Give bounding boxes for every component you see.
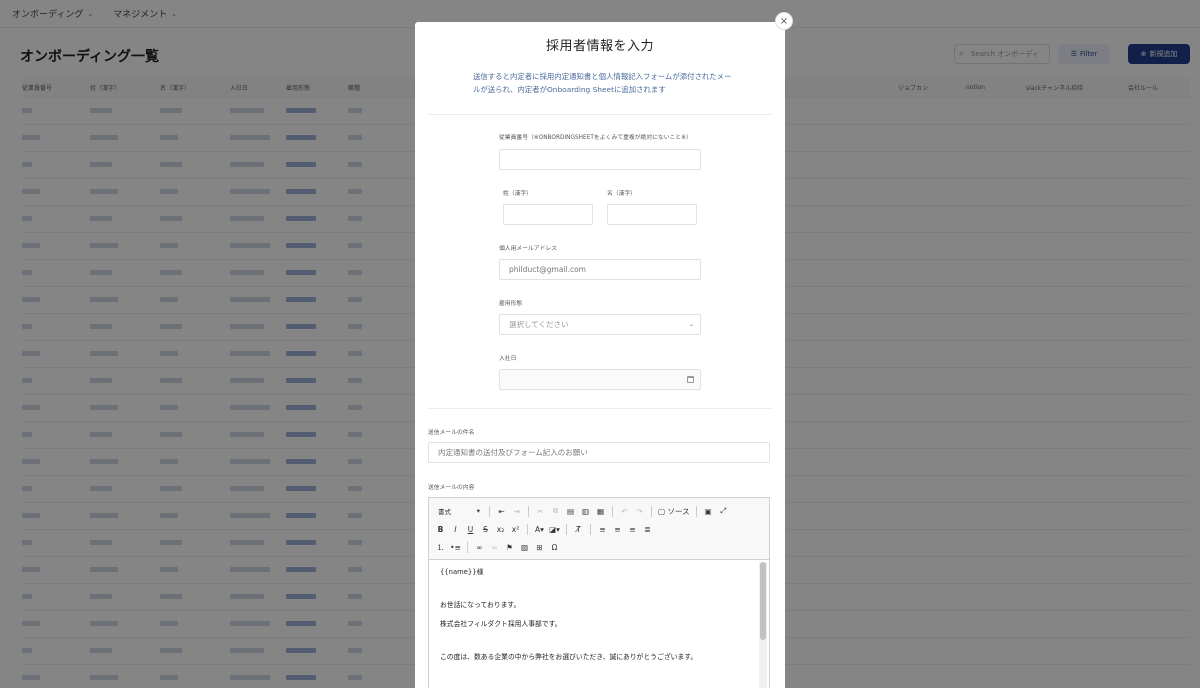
toolbar-separator [528, 505, 529, 517]
caret-down-icon: ▾ [476, 507, 480, 515]
mail-line: {{name}}様 [440, 568, 484, 576]
employment-type-label: 雇用形態 [499, 301, 523, 307]
paste-word-icon[interactable]: ▦ [595, 505, 606, 517]
last-name-label: 姓（漢字） [503, 191, 532, 197]
underline-icon[interactable]: U [465, 523, 476, 535]
cut-icon[interactable]: ✂ [535, 505, 546, 517]
align-right-icon[interactable]: ≡ [627, 523, 638, 535]
hire-info-modal: 採用者情報を入力 送信すると内定者に採用内定通知書と個人情報記入フォームが添付さ… [415, 22, 785, 688]
email-field[interactable]: philduct@gmail.com [499, 259, 701, 280]
superscript-icon[interactable]: x² [510, 523, 521, 535]
source-icon: ▢ [658, 506, 666, 516]
last-name-field[interactable] [503, 204, 593, 225]
paste-icon[interactable]: ▤ [565, 505, 576, 517]
format-label: 書式 [438, 508, 451, 516]
image-icon[interactable]: ▨ [519, 541, 530, 553]
anchor-flag-icon[interactable]: ⚑ [504, 541, 515, 553]
editor-toolbar: 書式 ▾ ⇤ ⇥ ✂ ⧉ ▤ ▥ ▦ ↶ ↷ ▢ ソース ▣ ⤢ B I U S… [429, 498, 769, 560]
copy-icon[interactable]: ⧉ [550, 505, 561, 517]
numbered-list-icon[interactable]: ⒈ [435, 541, 446, 553]
mail-line: 株式会社フィルダクト採用人事部です。 [440, 620, 562, 628]
preview-icon[interactable]: ▣ [703, 505, 714, 517]
undo-icon[interactable]: ↶ [619, 505, 630, 517]
toolbar-separator [651, 505, 652, 517]
align-justify-icon[interactable]: ≣ [642, 523, 653, 535]
strikethrough-icon[interactable]: S [480, 523, 491, 535]
bulleted-list-icon[interactable]: •≡ [450, 541, 461, 553]
bold-icon[interactable]: B [435, 523, 446, 535]
employment-type-value: 選択してください [509, 320, 569, 329]
employment-type-select[interactable]: 選択してください ⌄ [499, 314, 701, 335]
mail-body-label: 送信メールの内容 [428, 485, 475, 491]
editor-scrollbar[interactable] [759, 562, 767, 688]
email-label: 個人用メールアドレス [499, 246, 557, 252]
remove-format-icon[interactable]: T̸ [573, 523, 584, 535]
toolbar-separator [467, 541, 468, 553]
mail-subject-value: 内定通知書の送付及びフォーム記入のお願い [438, 448, 588, 457]
chevron-down-icon: ⌄ [688, 321, 694, 328]
divider [427, 408, 773, 409]
toolbar-separator [527, 523, 528, 535]
calendar-icon[interactable] [687, 376, 694, 383]
link-icon[interactable]: ∞ [474, 541, 485, 553]
maximize-icon[interactable]: ⤢ [718, 505, 729, 517]
text-color-icon[interactable]: A▾ [534, 523, 545, 535]
toolbar-separator [566, 523, 567, 535]
divider [427, 114, 773, 115]
source-button[interactable]: ▢ ソース [658, 505, 690, 517]
email-value: philduct@gmail.com [509, 265, 586, 274]
redo-icon[interactable]: ↷ [634, 505, 645, 517]
modal-title: 採用者情報を入力 [545, 39, 654, 54]
first-name-field[interactable] [607, 204, 697, 225]
unlink-icon[interactable]: ∞ [489, 541, 500, 553]
subscript-icon[interactable]: x₂ [495, 523, 506, 535]
toolbar-separator [612, 505, 613, 517]
paste-text-icon[interactable]: ▥ [580, 505, 591, 517]
outdent-icon[interactable]: ⇤ [496, 505, 507, 517]
first-name-label: 名（漢字） [607, 191, 636, 197]
italic-icon[interactable]: I [450, 523, 461, 535]
mail-subject-label: 送信メールの件名 [428, 430, 475, 436]
scrollbar-thumb[interactable] [760, 562, 766, 640]
employee-no-field[interactable] [499, 149, 701, 170]
mail-line: お世話になっております。 [440, 601, 521, 609]
special-char-icon[interactable]: Ω [549, 541, 560, 553]
background-color-icon[interactable]: ◪▾ [549, 523, 560, 535]
start-date-field[interactable] [499, 369, 701, 390]
toolbar-separator [489, 505, 490, 517]
start-date-label: 入社日 [499, 356, 517, 362]
modal-description: 送信すると内定者に採用内定通知書と個人情報記入フォームが添付されたメールが送られ… [473, 72, 732, 94]
rich-text-editor: 書式 ▾ ⇤ ⇥ ✂ ⧉ ▤ ▥ ▦ ↶ ↷ ▢ ソース ▣ ⤢ B I U S… [428, 497, 770, 688]
mail-line: この度は、数ある企業の中から弊社をお選びいただき、誠にありがとうございます。 [440, 653, 698, 661]
source-label: ソース [667, 506, 690, 516]
indent-icon[interactable]: ⇥ [511, 505, 522, 517]
employee-no-label: 従業員番号（※ONBORDINGSHEETをよくみて重複が絶対にないこと※） [499, 135, 692, 141]
format-dropdown[interactable]: 書式 ▾ [435, 505, 483, 517]
toolbar-separator [590, 523, 591, 535]
table-icon[interactable]: ⊞ [534, 541, 545, 553]
editor-content[interactable]: {{name}}様 お世話になっております。 株式会社フィルダクト採用人事部です… [429, 560, 769, 688]
toolbar-separator [695, 505, 697, 517]
close-glyph: × [779, 15, 789, 27]
close-icon[interactable]: × [775, 12, 793, 30]
align-left-icon[interactable]: ≡ [597, 523, 608, 535]
mail-subject-field[interactable]: 内定通知書の送付及びフォーム記入のお願い [428, 442, 770, 463]
align-center-icon[interactable]: ≡ [612, 523, 623, 535]
